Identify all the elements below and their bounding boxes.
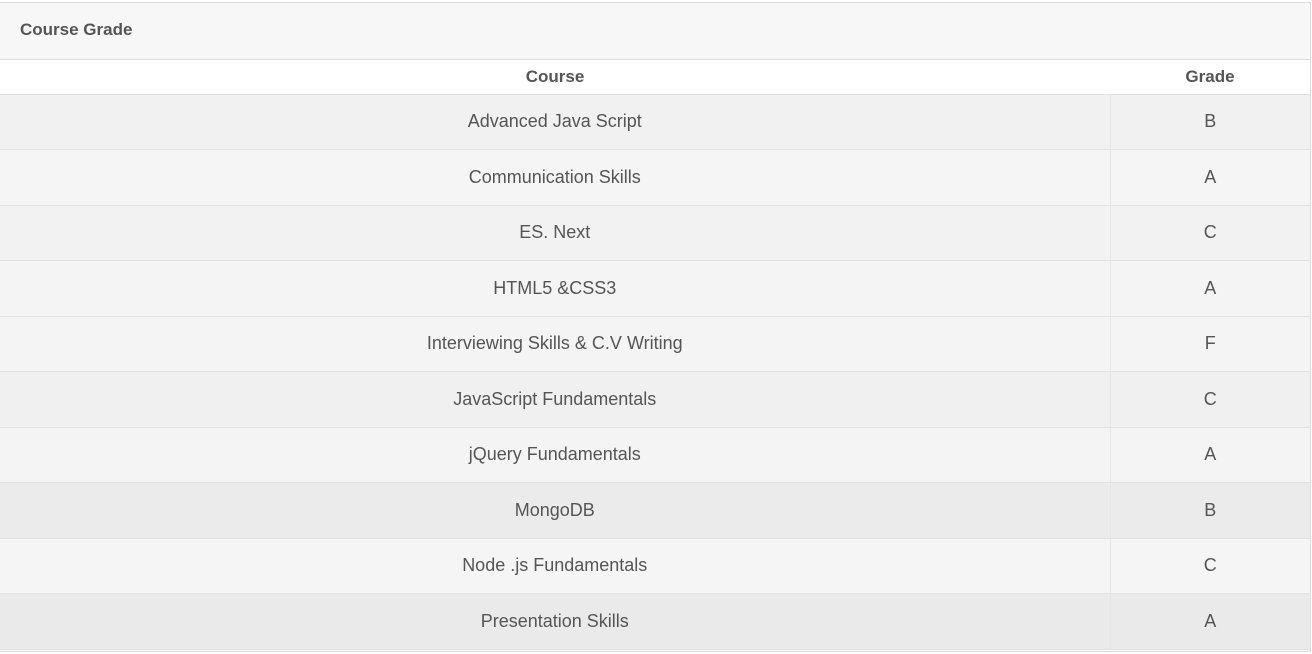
- table-body: Advanced Java Script B Communication Skill…: [0, 94, 1310, 650]
- grade-cell: C: [1109, 538, 1310, 594]
- course-name-cell: Advanced Java Script: [0, 94, 1110, 150]
- grade-cell: B: [1109, 94, 1310, 150]
- course-name-cell: MongoDB: [0, 482, 1110, 539]
- course-grade-panel: Course Grade Course Grade Advanced Java …: [0, 2, 1311, 652]
- table-row: Interviewing Skills & C.V Writing F: [0, 316, 1310, 372]
- table-row: Advanced Java Script B: [0, 94, 1310, 150]
- grade-cell: B: [1109, 482, 1310, 539]
- table-row: HTML5 &CSS3 A: [0, 260, 1310, 317]
- grade-cell: C: [1109, 371, 1310, 428]
- table-row: Node .js Fundamentals C: [0, 538, 1310, 594]
- course-name-cell: jQuery Fundamentals: [0, 427, 1110, 483]
- panel-header: Course Grade: [0, 3, 1310, 60]
- grade-cell: A: [1109, 149, 1310, 206]
- column-header-course[interactable]: Course: [0, 60, 1110, 95]
- course-name-cell: Interviewing Skills & C.V Writing: [0, 316, 1110, 372]
- table-row: MongoDB B: [0, 482, 1310, 539]
- grade-cell: F: [1109, 316, 1310, 372]
- course-name-cell: Communication Skills: [0, 149, 1110, 206]
- table-row: JavaScript Fundamentals C: [0, 371, 1310, 428]
- panel-title: Course Grade: [20, 20, 133, 39]
- grade-cell: A: [1109, 427, 1310, 483]
- course-name-cell: Node .js Fundamentals: [0, 538, 1110, 594]
- grade-cell: A: [1109, 593, 1310, 650]
- column-header-grade[interactable]: Grade: [1110, 60, 1310, 95]
- table-row: jQuery Fundamentals A: [0, 427, 1310, 483]
- grade-cell: A: [1109, 260, 1310, 317]
- table-row: Presentation Skills A: [0, 593, 1310, 650]
- table-row: Communication Skills A: [0, 149, 1310, 206]
- grades-table: Course Grade Advanced Java Script B Commun…: [0, 60, 1310, 650]
- course-name-cell: ES. Next: [0, 205, 1110, 261]
- table-row: ES. Next C: [0, 205, 1310, 261]
- table-header-row: Course Grade: [0, 60, 1310, 95]
- course-name-cell: Presentation Skills: [0, 593, 1110, 650]
- course-name-cell: JavaScript Fundamentals: [0, 371, 1110, 428]
- grade-cell: C: [1109, 205, 1310, 261]
- course-name-cell: HTML5 &CSS3: [0, 260, 1110, 317]
